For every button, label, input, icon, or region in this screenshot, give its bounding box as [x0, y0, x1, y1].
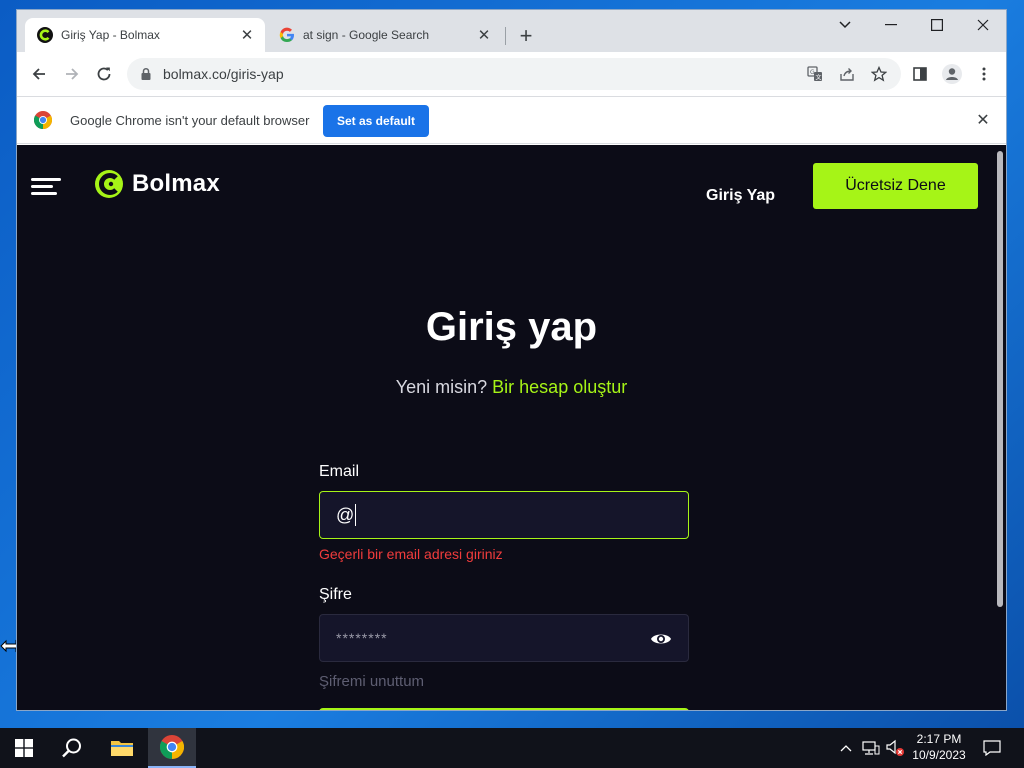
search-icon: [62, 738, 81, 758]
url-text: bolmax.co/giris-yap: [163, 66, 284, 82]
notifications-icon[interactable]: [980, 728, 1004, 768]
tab-google-search[interactable]: at sign - Google Search ✕: [267, 18, 502, 52]
email-error-message: Geçerli bir email adresi giriniz: [319, 546, 503, 562]
volume-muted-icon[interactable]: [884, 728, 906, 768]
tab-strip: Giriş Yap - Bolmax ✕ at sign - Google Se…: [17, 10, 1006, 52]
create-account-link[interactable]: Bir hesap oluştur: [492, 377, 627, 397]
tab-close-icon[interactable]: ✕: [476, 27, 492, 44]
nav-login-link[interactable]: Giriş Yap: [706, 187, 775, 205]
infobar-close-icon[interactable]: ✕: [974, 111, 992, 129]
free-trial-button[interactable]: Ücretsiz Dene: [813, 163, 978, 209]
signup-prompt-text: Yeni misin?: [395, 377, 488, 397]
bolmax-logo-icon: [95, 170, 123, 198]
chrome-logo-icon: [34, 111, 52, 129]
chrome-icon: [160, 735, 184, 759]
side-panel-icon[interactable]: [906, 58, 934, 90]
password-field[interactable]: ********: [319, 614, 689, 662]
show-password-eye-icon[interactable]: [650, 629, 672, 649]
web-page: Bolmax Giriş Yap Ücretsiz Dene Giriş yap…: [17, 145, 1006, 710]
password-label: Şifre: [319, 586, 352, 603]
email-field-value: @: [336, 504, 355, 525]
password-field-value: ********: [336, 630, 388, 646]
lock-icon: [141, 67, 151, 80]
tab-title: at sign - Google Search: [303, 28, 430, 42]
svg-text:文: 文: [816, 74, 822, 82]
taskbar-search-button[interactable]: [48, 728, 96, 768]
page-title: Giriş yap: [425, 305, 598, 349]
signup-prompt: Yeni misin? Bir hesap oluştur: [17, 377, 1006, 398]
system-clock[interactable]: 2:17 PM 10/9/2023: [906, 731, 972, 763]
menu-kebab-icon[interactable]: [970, 58, 998, 90]
tab-bolmax[interactable]: Giriş Yap - Bolmax ✕: [25, 18, 265, 52]
back-button[interactable]: [25, 60, 53, 88]
reload-button[interactable]: [90, 60, 118, 88]
share-icon[interactable]: [833, 58, 861, 90]
windows-taskbar: 2:17 PM 10/9/2023: [0, 728, 1024, 768]
infobar-message: Google Chrome isn't your default browser: [70, 113, 310, 128]
new-tab-button[interactable]: +: [514, 23, 538, 48]
folder-icon: [111, 741, 133, 756]
network-icon[interactable]: [860, 728, 882, 768]
chrome-taskbar-button[interactable]: [148, 728, 196, 768]
profile-avatar-icon[interactable]: [938, 58, 966, 90]
brand-name: Bolmax: [132, 170, 220, 197]
hamburger-menu-icon[interactable]: [31, 178, 61, 196]
start-button[interactable]: [0, 728, 48, 768]
forward-button[interactable]: [58, 60, 86, 88]
google-favicon-icon: [279, 27, 294, 43]
windows-logo-icon: [15, 739, 33, 757]
translate-icon[interactable]: G文: [801, 58, 829, 90]
text-caret: [355, 504, 357, 526]
maximize-button[interactable]: [914, 10, 960, 40]
default-browser-infobar: Google Chrome isn't your default browser…: [17, 96, 1006, 144]
clock-time: 2:17 PM: [916, 732, 962, 746]
set-as-default-button[interactable]: Set as default: [323, 105, 429, 137]
close-window-button[interactable]: [960, 10, 1006, 40]
login-submit-button[interactable]: [319, 708, 689, 710]
tab-title: Giriş Yap - Bolmax: [61, 28, 160, 42]
page-scrollbar[interactable]: [997, 151, 1003, 607]
tab-separator: [505, 27, 506, 45]
minimize-button[interactable]: [868, 10, 914, 40]
browser-window: Giriş Yap - Bolmax ✕ at sign - Google Se…: [17, 10, 1006, 710]
email-label: Email: [319, 463, 360, 480]
bookmark-star-icon[interactable]: [865, 58, 893, 90]
email-field[interactable]: @: [319, 491, 689, 539]
tab-close-icon[interactable]: ✕: [239, 27, 255, 44]
show-hidden-icons-chevron-icon[interactable]: [836, 728, 856, 768]
bolmax-favicon-icon: [37, 27, 53, 43]
address-bar[interactable]: bolmax.co/giris-yap: [127, 58, 901, 90]
browser-toolbar: bolmax.co/giris-yap G文: [17, 52, 1006, 96]
forgot-password-link[interactable]: Şifremi unuttum: [319, 673, 424, 690]
brand-logo[interactable]: Bolmax: [94, 169, 220, 199]
tab-search-icon[interactable]: [822, 10, 868, 40]
file-explorer-button[interactable]: [98, 728, 146, 768]
clock-date: 10/9/2023: [912, 748, 966, 762]
